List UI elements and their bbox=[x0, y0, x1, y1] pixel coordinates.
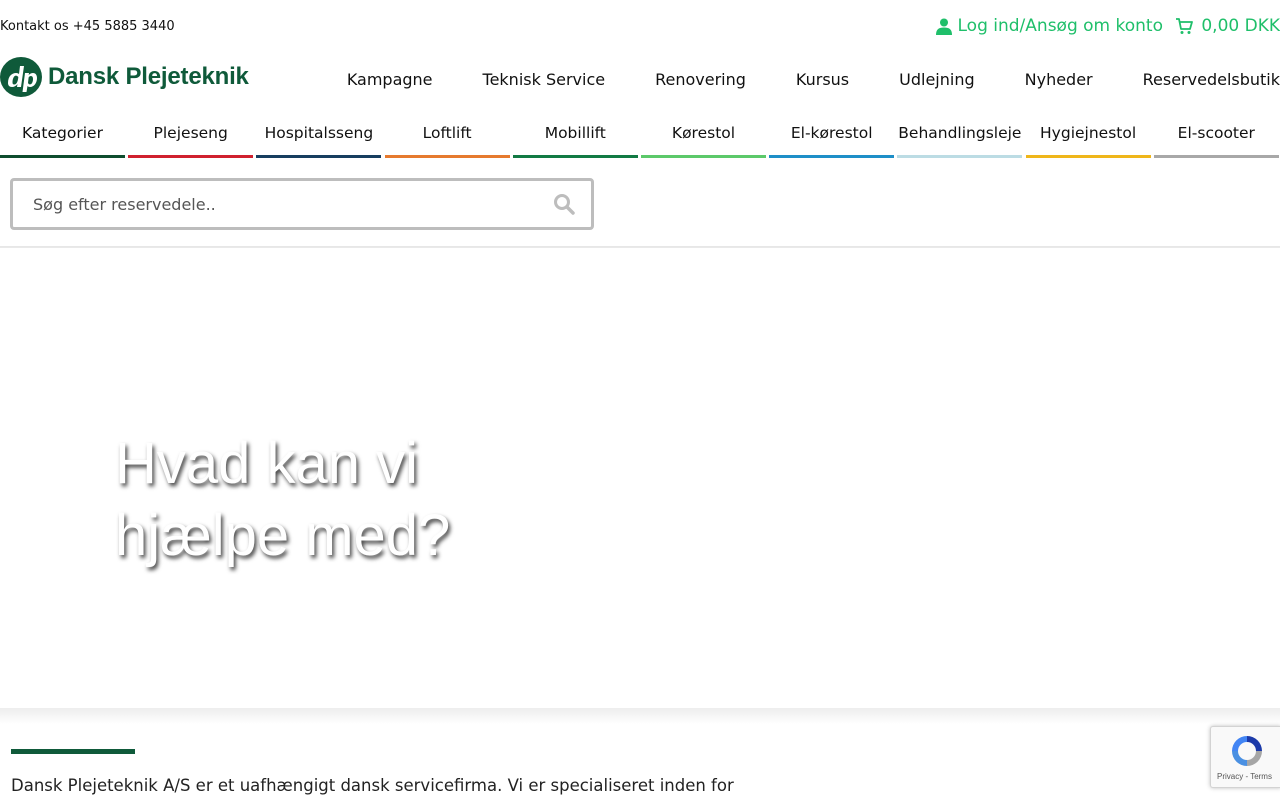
nav-renovering[interactable]: Renovering bbox=[655, 70, 746, 89]
nav-reservedelsbutik[interactable]: Reservedelsbutik bbox=[1143, 70, 1280, 89]
nav-udlejning[interactable]: Udlejning bbox=[899, 70, 974, 89]
category-tab-el-kørestol[interactable]: El-kørestol bbox=[769, 112, 895, 158]
hero-banner: Hvad kan vi hjælpe med? bbox=[0, 248, 1280, 708]
contact-phone[interactable]: Kontakt os +45 5885 3440 bbox=[0, 19, 175, 34]
category-nav: Kategorier Plejeseng Hospitalsseng Loftlift… bbox=[0, 112, 1280, 158]
category-label: El-kørestol bbox=[790, 124, 873, 142]
category-label: Plejeseng bbox=[153, 124, 228, 142]
category-color-bar bbox=[1025, 155, 1151, 158]
search-box bbox=[10, 178, 594, 230]
logo[interactable]: Dansk Plejeteknik bbox=[0, 57, 249, 97]
recaptcha-icon bbox=[1232, 736, 1262, 766]
category-label: Loftlift bbox=[422, 124, 472, 142]
category-tab-loftlift[interactable]: Loftlift bbox=[384, 112, 510, 158]
recaptcha-links[interactable]: Privacy - Terms bbox=[1217, 772, 1272, 781]
category-color-bar bbox=[128, 155, 254, 158]
cart-total: 0,00 DKK bbox=[1201, 16, 1280, 36]
cart-link[interactable]: 0,00 DKK bbox=[1175, 16, 1280, 36]
category-label: Kørestol bbox=[671, 124, 736, 142]
category-color-bar bbox=[512, 155, 638, 158]
nav-kampagne[interactable]: Kampagne bbox=[347, 70, 433, 89]
top-bar: Kontakt os +45 5885 3440 Log ind/Ansøg o… bbox=[0, 0, 1280, 56]
category-tab-el-scooter[interactable]: El-scooter bbox=[1153, 112, 1279, 158]
logo-text: Dansk Plejeteknik bbox=[48, 63, 249, 90]
category-color-bar bbox=[769, 155, 895, 158]
nav-teknisk-service[interactable]: Teknisk Service bbox=[483, 70, 606, 89]
cart-icon bbox=[1176, 18, 1194, 34]
category-color-bar bbox=[384, 155, 510, 158]
nav-kursus[interactable]: Kursus bbox=[796, 70, 849, 89]
category-label: Hygiejnestol bbox=[1040, 124, 1137, 142]
category-label: Kategorier bbox=[22, 124, 103, 142]
category-color-bar bbox=[256, 155, 382, 158]
category-label: Behandlingsleje bbox=[898, 124, 1022, 142]
user-icon bbox=[935, 18, 952, 35]
category-tab-kørestol[interactable]: Kørestol bbox=[641, 112, 766, 158]
category-tab-hygiejnestol[interactable]: Hygiejnestol bbox=[1025, 112, 1151, 158]
category-tab-mobillift[interactable]: Mobillift bbox=[512, 112, 638, 158]
hero-title: Hvad kan vi hjælpe med? bbox=[115, 431, 451, 568]
main-nav: Kampagne Teknisk Service Renovering Kurs… bbox=[347, 70, 1280, 89]
recaptcha-badge[interactable]: Privacy - Terms bbox=[1210, 726, 1280, 788]
category-color-bar bbox=[1153, 155, 1279, 158]
category-label: Mobillift bbox=[544, 124, 606, 142]
dp-logo-icon bbox=[0, 57, 42, 97]
hero-shadow bbox=[0, 708, 1280, 724]
category-color-bar bbox=[641, 155, 766, 158]
category-color-bar bbox=[0, 155, 125, 158]
login-link[interactable]: Log ind/Ansøg om konto bbox=[935, 16, 1164, 36]
search-icon[interactable] bbox=[553, 193, 575, 215]
login-label: Log ind/Ansøg om konto bbox=[957, 16, 1164, 36]
category-label: Hospitalsseng bbox=[264, 124, 374, 142]
category-tab-kategorier[interactable]: Kategorier bbox=[0, 112, 125, 158]
category-tab-plejeseng[interactable]: Plejeseng bbox=[128, 112, 254, 158]
category-tab-behandlingsleje[interactable]: Behandlingsleje bbox=[897, 112, 1023, 158]
category-color-bar bbox=[897, 155, 1023, 158]
nav-nyheder[interactable]: Nyheder bbox=[1025, 70, 1093, 89]
section-accent-bar bbox=[11, 749, 135, 754]
category-tab-hospitalsseng[interactable]: Hospitalsseng bbox=[256, 112, 382, 158]
search-input[interactable] bbox=[13, 181, 533, 227]
category-label: El-scooter bbox=[1177, 124, 1255, 142]
intro-text: Dansk Plejeteknik A/S er et uafhængigt d… bbox=[11, 776, 734, 795]
